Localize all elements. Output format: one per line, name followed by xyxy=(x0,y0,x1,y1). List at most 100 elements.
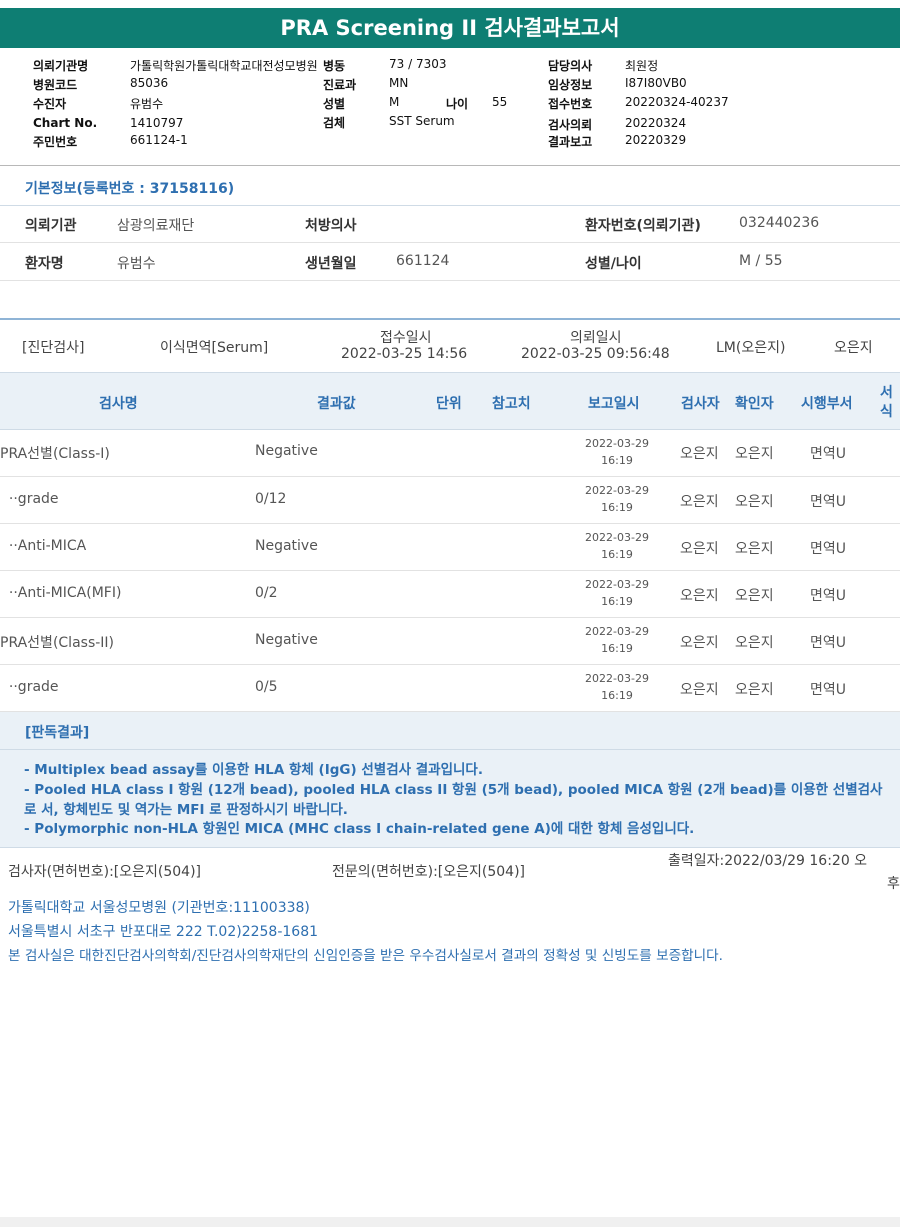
basic-info-row: 의뢰기관 삼광의료재단 처방의사 환자번호(의뢰기관) 032440236 xyxy=(0,205,900,243)
table-row: ··Anti-MICA Negative 2022-03-29 16:19 오은… xyxy=(0,524,900,571)
col-result: 결과값 xyxy=(317,396,356,412)
report-time: 16:19 xyxy=(601,595,633,608)
table-row: PRA선별(Class-I) Negative 2022-03-29 16:19… xyxy=(0,430,900,477)
header-value: 85036 xyxy=(130,76,169,90)
sex-age-label: 성별/나이 xyxy=(585,256,642,272)
header-label: 진료과 xyxy=(323,78,357,92)
result-value: 0/12 xyxy=(255,491,287,507)
tester: 오은지 xyxy=(680,446,719,462)
header-value: 20220324 xyxy=(625,116,687,130)
col-unit: 단위 xyxy=(436,396,462,412)
patient-name-value: 유범수 xyxy=(117,256,156,272)
referral-institution-value: 삼광의료재단 xyxy=(117,218,195,234)
header-value: 1410797 xyxy=(130,116,184,130)
tester-license: 검사자(면허번호):[오은지(504)] xyxy=(8,864,202,880)
header-label: 결과보고 xyxy=(548,135,593,149)
header-label: 임상정보 xyxy=(548,78,593,92)
tester: 오은지 xyxy=(680,682,719,698)
result-value: Negative xyxy=(255,632,318,648)
requested-label: 의뢰일시 xyxy=(570,330,622,346)
report-date: 2022-03-29 xyxy=(585,531,649,544)
judgment-section: [판독결과] - Multiplex bead assay를 이용한 HLA 항… xyxy=(0,712,900,848)
report-title: PRA Screening II 검사결과보고서 xyxy=(0,8,900,48)
divider xyxy=(0,318,900,320)
hospital-address: 서울특별시 서초구 반포대로 222 T.02)2258-1681 xyxy=(8,924,319,940)
confirmer: 오은지 xyxy=(735,682,774,698)
judgment-line: - Polymorphic non-HLA 항원인 MICA (MHC clas… xyxy=(24,821,695,837)
lab-manager: LM(오은지) xyxy=(716,340,786,356)
bottom-strip xyxy=(0,1217,900,1227)
col-form: 서 xyxy=(880,385,893,401)
test-category: [진단검사] xyxy=(22,340,85,356)
header-value: 최원정 xyxy=(625,59,659,73)
report-date: 2022-03-29 xyxy=(585,437,649,450)
patient-name-label: 환자명 xyxy=(25,256,64,272)
specimen-type: 이식면역[Serum] xyxy=(160,340,269,356)
referral-institution-label: 의뢰기관 xyxy=(25,218,77,234)
col-test-name: 검사명 xyxy=(99,396,138,412)
header-label: 성별 xyxy=(323,97,346,111)
header-value: 661124-1 xyxy=(130,133,188,147)
result-value: Negative xyxy=(255,443,318,459)
specialist-license: 전문의(면허번호):[오은지(504)] xyxy=(332,864,526,880)
patient-number-value: 032440236 xyxy=(739,215,820,231)
department: 면역U xyxy=(810,446,847,462)
patient-number-label: 환자번호(의뢰기관) xyxy=(585,218,701,234)
result-value: Negative xyxy=(255,538,318,554)
report-time: 16:19 xyxy=(601,642,633,655)
header-value: 73 / 7303 xyxy=(389,57,447,71)
col-reference: 참고치 xyxy=(492,396,531,412)
col-tester: 검사자 xyxy=(681,396,720,412)
tester: 오은지 xyxy=(680,541,719,557)
header-value: 20220329 xyxy=(625,133,687,147)
tester: 오은지 xyxy=(680,588,719,604)
header-label: 검체 xyxy=(323,116,346,130)
confirmer: 오은지 xyxy=(735,541,774,557)
header-value: 유범수 xyxy=(130,97,164,111)
report-date: 2022-03-29 xyxy=(585,578,649,591)
results-table-header: 검사명 결과값 단위 참고치 보고일시 검사자 확인자 시행부서 서 식 xyxy=(0,372,900,430)
print-date-tail: 후 xyxy=(887,876,900,892)
judgment-line: - Pooled HLA class I 항원 (12개 bead), pool… xyxy=(24,782,883,818)
header-value: I87I80VB0 xyxy=(625,76,687,90)
tester: 오은지 xyxy=(680,635,719,651)
report-date: 2022-03-29 xyxy=(585,672,649,685)
tester: 오은지 xyxy=(680,494,719,510)
test-name: PRA선별(Class-II) xyxy=(0,635,115,651)
table-row: ··grade 0/5 2022-03-29 16:19 오은지 오은지 면역U xyxy=(0,665,900,712)
confirmer: 오은지 xyxy=(735,494,774,510)
confirmer: 오은지 xyxy=(735,446,774,462)
header-value: MN xyxy=(389,76,409,90)
hospital-name: 가톨릭대학교 서울성모병원 (기관번호:11100338) xyxy=(8,900,310,916)
header-value: SST Serum xyxy=(389,114,455,128)
header-label: 접수번호 xyxy=(548,97,593,111)
requested-datetime: 2022-03-25 09:56:48 xyxy=(521,346,670,362)
received-datetime: 2022-03-25 14:56 xyxy=(341,346,468,362)
sex-age-value: M / 55 xyxy=(739,253,783,269)
department: 면역U xyxy=(810,588,847,604)
col-form: 식 xyxy=(880,404,893,420)
col-confirmer: 확인자 xyxy=(735,396,774,412)
birthdate-label: 생년월일 xyxy=(305,256,357,272)
test-name: ··Anti-MICA(MFI) xyxy=(0,585,122,601)
result-value: 0/2 xyxy=(255,585,278,601)
header-value: 20220324-40237 xyxy=(625,95,729,109)
test-name: PRA선별(Class-I) xyxy=(0,446,110,462)
test-name: ··grade xyxy=(0,679,59,695)
report-date: 2022-03-29 xyxy=(585,484,649,497)
header-label: Chart No. xyxy=(33,116,98,130)
responsible-person: 오은지 xyxy=(834,340,873,356)
prescriber-label: 처방의사 xyxy=(305,218,357,234)
confirmer: 오은지 xyxy=(735,588,774,604)
table-row: PRA선별(Class-II) Negative 2022-03-29 16:1… xyxy=(0,618,900,665)
report-time: 16:19 xyxy=(601,501,633,514)
header-label: 검사의뢰 xyxy=(548,118,593,132)
report-time: 16:19 xyxy=(601,548,633,561)
department: 면역U xyxy=(810,541,847,557)
age-label: 나이 xyxy=(446,97,469,111)
header-label: 주민번호 xyxy=(33,135,78,149)
department: 면역U xyxy=(810,494,847,510)
table-row: ··Anti-MICA(MFI) 0/2 2022-03-29 16:19 오은… xyxy=(0,571,900,618)
test-name: ··Anti-MICA xyxy=(0,538,87,554)
print-date: 출력일자:2022/03/29 16:20 오 xyxy=(668,853,868,869)
